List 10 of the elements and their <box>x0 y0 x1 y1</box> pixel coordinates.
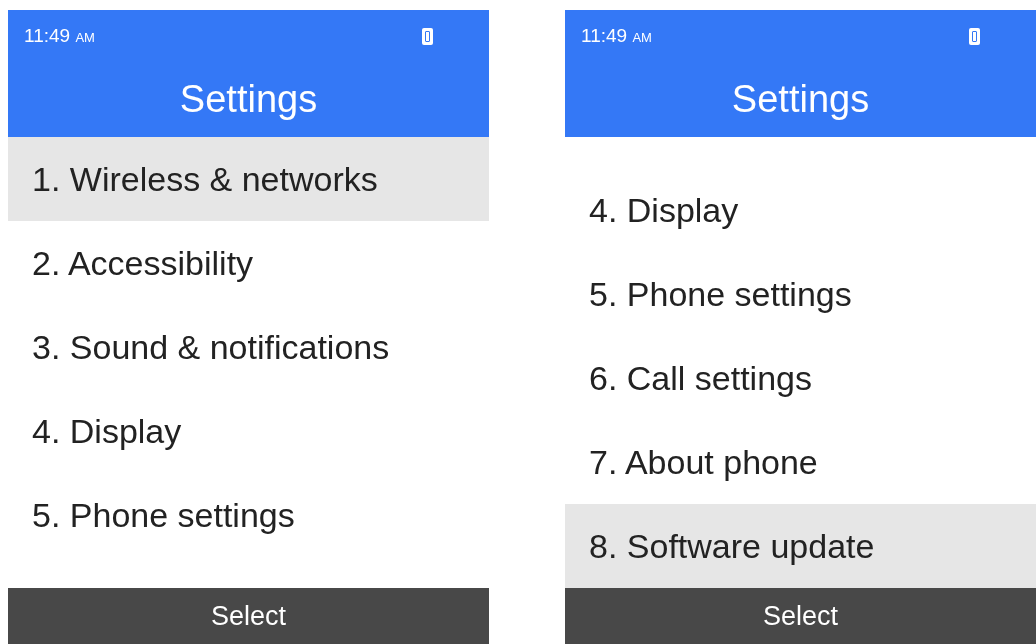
screen-title: Settings <box>731 77 870 122</box>
menu-item[interactable]: 8. Software update <box>565 504 1036 588</box>
battery-icon <box>969 27 980 45</box>
clock-time: 11:49 AM <box>581 23 652 48</box>
clock-time: 11:49 AM <box>24 23 95 48</box>
battery-icon <box>422 27 433 45</box>
menu-item[interactable]: 1. Wireless & networks <box>8 137 489 221</box>
screen-title: Settings <box>179 77 318 122</box>
select-softkey[interactable]: Select <box>565 588 1036 644</box>
select-softkey[interactable]: Select <box>8 588 489 644</box>
